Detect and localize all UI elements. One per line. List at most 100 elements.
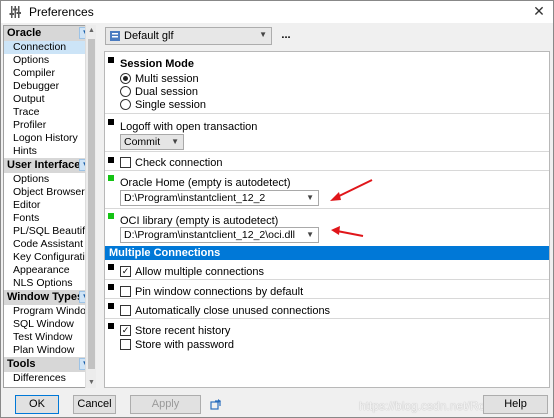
section-marker	[108, 157, 114, 163]
history-section: ✓ Store recent history Store with passwo…	[105, 319, 549, 355]
profile-more-button[interactable]: ...	[279, 27, 293, 45]
title-bar: Preferences ✕	[1, 1, 553, 23]
scroll-up-icon[interactable]: ▲	[86, 25, 97, 36]
oracle-home-value: D:\Program\instantclient_12_2	[124, 192, 266, 204]
nav-item-key-configuration[interactable]: Key Configuration	[4, 251, 95, 264]
ok-button[interactable]: OK	[15, 395, 59, 414]
scroll-thumb[interactable]	[88, 39, 95, 369]
radio-button[interactable]	[120, 99, 131, 110]
nav-item-appearance[interactable]: Appearance	[4, 264, 95, 277]
radio-dual-session[interactable]: Dual session	[120, 85, 198, 98]
group-oracle[interactable]: Oracle ▼	[4, 26, 95, 41]
section-marker	[108, 57, 114, 63]
scroll-down-icon[interactable]: ▼	[86, 377, 97, 388]
nav-item-plsql-beautifier[interactable]: PL/SQL Beautifier	[4, 225, 95, 238]
copy-settings-icon[interactable]	[210, 399, 222, 411]
annotation-arrow	[331, 226, 364, 237]
store-password-checkbox[interactable]: Store with password	[120, 338, 234, 351]
nav-item-plan-window[interactable]: Plan Window	[4, 344, 95, 357]
oci-library-input[interactable]: D:\Program\instantclient_12_2\oci.dll ▼	[120, 227, 319, 243]
cancel-button[interactable]: Cancel	[73, 395, 116, 414]
nav-item-test-window[interactable]: Test Window	[4, 331, 95, 344]
checkbox[interactable]	[120, 305, 131, 316]
group-label: User Interface	[7, 159, 81, 171]
nav-item-profiler[interactable]: Profiler	[4, 119, 95, 132]
sidebar-scrollbar[interactable]: ▲ ▼	[85, 25, 96, 388]
radio-multi-session[interactable]: Multi session	[120, 72, 199, 85]
nav-item-trace[interactable]: Trace	[4, 106, 95, 119]
group-label: Oracle	[7, 27, 42, 39]
chevron-down-icon[interactable]: ▼	[306, 191, 314, 205]
radio-single-session[interactable]: Single session	[120, 98, 206, 111]
nav-item-editor[interactable]: Editor	[4, 199, 95, 212]
nav-item-options[interactable]: Options	[4, 54, 95, 67]
document-icon	[109, 30, 121, 42]
help-button[interactable]: Help	[483, 395, 548, 414]
group-tools[interactable]: Tools ▼	[4, 357, 95, 372]
nav-item-hints[interactable]: Hints	[4, 145, 95, 158]
oci-library-label: OCI library (empty is autodetect)	[120, 215, 279, 227]
group-user-interface[interactable]: User Interface ▼	[4, 158, 95, 173]
checkbox-label: Store recent history	[135, 324, 231, 337]
session-mode-title: Session Mode	[120, 58, 194, 70]
logoff-value: Commit	[124, 136, 161, 148]
oci-library-value: D:\Program\instantclient_12_2\oci.dll	[124, 229, 296, 241]
group-label: Tools	[7, 358, 36, 370]
settings-panel: Session Mode Multi session Dual session …	[104, 51, 550, 388]
chevron-down-icon[interactable]: ▼	[171, 135, 179, 149]
pin-window-checkbox[interactable]: Pin window connections by default	[120, 285, 303, 298]
radio-button[interactable]	[120, 86, 131, 97]
auto-close-section: Automatically close unused connections	[105, 299, 549, 319]
close-icon[interactable]: ✕	[531, 3, 547, 19]
section-marker	[108, 213, 114, 219]
nav-item-debugger[interactable]: Debugger	[4, 80, 95, 93]
nav-item-nls-options[interactable]: NLS Options	[4, 277, 95, 290]
nav-item-code-assistant[interactable]: Code Assistant	[4, 238, 95, 251]
checkbox[interactable]	[120, 286, 131, 297]
radio-label: Single session	[135, 98, 206, 111]
allow-multiple-checkbox[interactable]: ✓ Allow multiple connections	[120, 265, 264, 278]
radio-label: Multi session	[135, 72, 199, 85]
annotation-arrow	[330, 179, 373, 201]
checkbox-label: Allow multiple connections	[135, 265, 265, 278]
chevron-down-icon[interactable]: ▼	[259, 30, 267, 39]
nav-item-sql-window[interactable]: SQL Window	[4, 318, 95, 331]
checkbox-checked[interactable]: ✓	[120, 325, 131, 336]
check-connection-section: Check connection	[105, 152, 549, 171]
group-window-types[interactable]: Window Types ▼	[4, 290, 95, 305]
nav-item-logon-history[interactable]: Logon History	[4, 132, 95, 145]
logoff-label: Logoff with open transaction	[120, 121, 258, 133]
oracle-home-label: Oracle Home (empty is autodetect)	[120, 177, 291, 189]
logoff-select[interactable]: Commit ▼	[120, 134, 184, 150]
profile-select[interactable]: Default glf ▼	[105, 27, 272, 45]
section-marker	[108, 284, 114, 290]
radio-button[interactable]	[120, 73, 131, 84]
check-connection-checkbox[interactable]: Check connection	[120, 156, 222, 169]
nav-item-compiler[interactable]: Compiler	[4, 67, 95, 80]
section-marker	[108, 264, 114, 270]
nav-item-object-browser[interactable]: Object Browser	[4, 186, 95, 199]
section-marker	[108, 175, 114, 181]
checkbox[interactable]	[120, 339, 131, 350]
nav-item-fonts[interactable]: Fonts	[4, 212, 95, 225]
nav-item-output[interactable]: Output	[4, 93, 95, 106]
radio-label: Dual session	[135, 85, 198, 98]
nav-item-connection[interactable]: Connection	[4, 41, 95, 54]
checkbox-label: Automatically close unused connections	[135, 304, 331, 317]
checkbox-label: Pin window connections by default	[135, 285, 304, 298]
nav-item-program-window[interactable]: Program Window	[4, 305, 95, 318]
pin-window-section: Pin window connections by default	[105, 280, 549, 299]
store-recent-checkbox[interactable]: ✓ Store recent history	[120, 324, 230, 337]
chevron-down-icon[interactable]: ▼	[306, 228, 314, 242]
nav-item-ui-options[interactable]: Options	[4, 173, 95, 186]
checkbox-checked[interactable]: ✓	[120, 266, 131, 277]
oracle-home-input[interactable]: D:\Program\instantclient_12_2 ▼	[120, 190, 319, 206]
auto-close-checkbox[interactable]: Automatically close unused connections	[120, 304, 330, 317]
preferences-window: Preferences ✕ Oracle ▼ Connection Option…	[0, 0, 554, 418]
apply-button[interactable]: Apply	[130, 395, 201, 414]
category-pane: Oracle ▼ Connection Options Compiler Deb…	[3, 25, 96, 388]
session-mode-section: Session Mode Multi session Dual session …	[105, 52, 549, 114]
allow-multiple-section: ✓ Allow multiple connections	[105, 260, 549, 280]
nav-item-differences[interactable]: Differences	[4, 372, 95, 385]
checkbox[interactable]	[120, 157, 131, 168]
